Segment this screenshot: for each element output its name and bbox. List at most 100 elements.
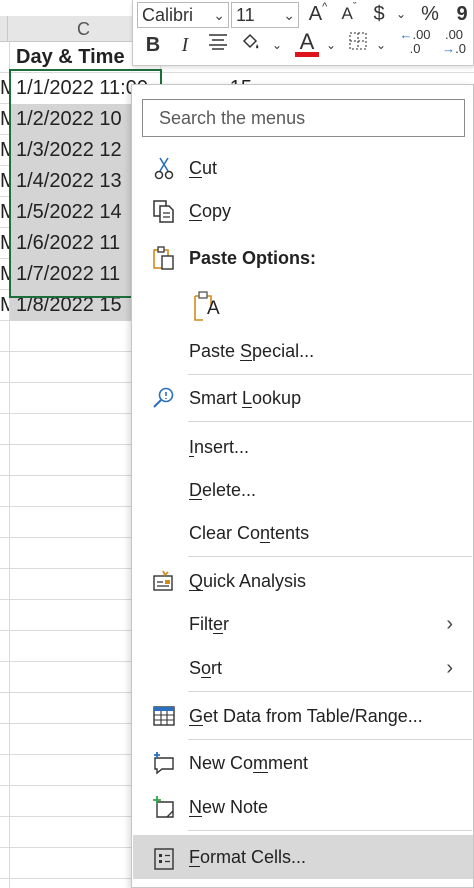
menu-label-part: G <box>189 706 204 726</box>
menu-item-delete[interactable]: Delete... <box>133 470 473 510</box>
menu-label-part: N <box>189 797 202 817</box>
menu-item-cut[interactable]: Cut <box>133 148 473 188</box>
menu-separator <box>188 556 472 557</box>
chevron-right-icon: › <box>446 613 453 635</box>
new-note-icon <box>151 794 177 820</box>
menu-item-paste-special[interactable]: Paste Special... <box>133 331 473 371</box>
menu-label-part: uick Analysis <box>203 571 307 591</box>
menu-separator <box>188 739 472 740</box>
borders-icon[interactable] <box>345 31 371 61</box>
grow-font-button[interactable]: A^ <box>303 0 333 30</box>
shrink-font-icon: A <box>341 4 353 23</box>
menu-item-new-comment[interactable]: New Comment <box>133 743 473 783</box>
menu-label-part: ookup <box>252 388 302 408</box>
chevron-down-icon[interactable]: ⌄ <box>373 31 389 61</box>
font-size-box[interactable]: 11 ⌄ <box>231 2 299 28</box>
menu-label-part: ormat Cells... <box>200 847 307 867</box>
search-menus-input[interactable]: Search the menus <box>142 99 465 137</box>
grid-line <box>9 42 10 888</box>
increase-decimal-label: .00 <box>412 27 431 42</box>
menu-item-copy[interactable]: Copy <box>133 191 473 231</box>
smart-lookup-icon <box>151 385 177 411</box>
paste-icon <box>151 245 177 271</box>
chevron-down-icon[interactable]: ⌄ <box>323 31 339 61</box>
menu-item-clear-contents[interactable]: Clear Contents <box>133 513 473 553</box>
menu-item-smart-lookup[interactable]: Smart Lookup <box>133 378 473 418</box>
grow-font-icon: A <box>308 3 323 25</box>
menu-label-part: S <box>189 658 202 678</box>
menu-separator <box>188 830 472 831</box>
menu-label-part: D <box>189 480 202 500</box>
mini-toolbar: Calibri ⌄ 11 ⌄ A^ Aˇ $ ⌄ % 9 B I ⌄ A ⌄ ⌄… <box>132 0 474 66</box>
bold-button[interactable]: B <box>139 31 167 61</box>
shrink-font-button[interactable]: Aˇ <box>335 0 363 30</box>
menu-separator <box>188 691 472 692</box>
menu-label-part: o <box>201 658 212 678</box>
decrease-decimal-label: .00 <box>444 27 464 42</box>
quick-analysis-icon <box>151 568 177 594</box>
chevron-down-icon[interactable]: ⌄ <box>283 3 295 27</box>
menu-label-part: Clear Co <box>189 523 261 543</box>
italic-button[interactable]: I <box>173 31 197 61</box>
chevron-down-icon[interactable]: ⌄ <box>393 0 409 30</box>
decrease-decimal-button[interactable]: .00 →.0 <box>435 28 473 58</box>
paste-option-keep-text[interactable]: A <box>133 284 473 330</box>
menu-label-part: e <box>213 614 224 634</box>
increase-decimal-button[interactable]: ←.00.0 <box>395 28 435 58</box>
chevron-down-icon[interactable]: ⌄ <box>213 3 225 27</box>
menu-item-new-note[interactable]: New Note <box>133 787 473 827</box>
menu-label-part: ut <box>202 158 218 178</box>
menu-label-part: C <box>189 158 202 178</box>
menu-label-part: rt <box>211 658 223 678</box>
menu-separator <box>188 421 472 422</box>
menu-item-get-data[interactable]: Get Data from Table/Range... <box>133 696 473 736</box>
table-icon <box>151 703 177 729</box>
paste-options-label: Paste Options: <box>189 248 317 268</box>
menu-label-part: elete... <box>202 480 257 500</box>
menu-label-part: et Data from Table/Range... <box>203 706 423 726</box>
menu-item-filter[interactable]: Filter › <box>133 604 473 644</box>
menu-label-part: r <box>223 614 230 634</box>
scissors-icon <box>151 155 177 181</box>
menu-label-part: nsert... <box>194 437 250 457</box>
menu-item-insert[interactable]: Insert... <box>133 427 473 467</box>
font-name-value: Calibri <box>142 5 194 25</box>
menu-item-paste-options: Paste Options: <box>133 238 473 278</box>
menu-label-part: ew Note <box>202 797 269 817</box>
menu-label-part: ment <box>268 753 309 773</box>
menu-label-part: C <box>189 201 202 221</box>
menu-label-part: Paste <box>189 341 241 361</box>
paste-text-only-letter: A <box>207 298 220 319</box>
menu-label-part: n <box>260 523 271 543</box>
copy-icon <box>151 198 177 224</box>
menu-separator <box>188 374 472 375</box>
menu-item-sort[interactable]: Sort › <box>133 648 473 688</box>
new-comment-icon <box>151 750 177 776</box>
menu-label-part: S <box>240 341 253 361</box>
comma-style-button[interactable]: 9 <box>451 0 473 30</box>
menu-label-part: m <box>253 753 269 773</box>
menu-label-part: F <box>189 847 200 867</box>
font-color-swatch <box>295 52 319 57</box>
currency-button[interactable]: $ <box>367 0 391 30</box>
font-size-value: 11 <box>236 5 255 25</box>
menu-label-part: L <box>242 388 253 408</box>
percent-button[interactable]: % <box>415 0 445 30</box>
menu-label-part: Q <box>189 571 204 591</box>
menu-item-quick-analysis[interactable]: Quick Analysis <box>133 561 473 601</box>
chevron-right-icon: › <box>446 657 453 679</box>
menu-item-format-cells[interactable]: Format Cells... <box>133 835 473 879</box>
align-center-icon[interactable] <box>205 31 231 61</box>
menu-label-part: New Co <box>189 753 254 773</box>
menu-label-part: pecial... <box>252 341 315 361</box>
fill-color-icon[interactable] <box>237 31 263 61</box>
menu-label-part: Smart <box>189 388 243 408</box>
context-menu: Search the menus Cut Copy Paste Options:… <box>131 84 474 888</box>
menu-label-part: opy <box>202 201 232 221</box>
font-name-box[interactable]: Calibri ⌄ <box>137 2 229 28</box>
menu-label-part: tents <box>270 523 310 543</box>
column-header-b[interactable] <box>0 16 8 42</box>
format-cells-icon <box>151 844 177 870</box>
chevron-down-icon[interactable]: ⌄ <box>269 31 285 61</box>
menu-label-part: Filt <box>189 614 213 634</box>
